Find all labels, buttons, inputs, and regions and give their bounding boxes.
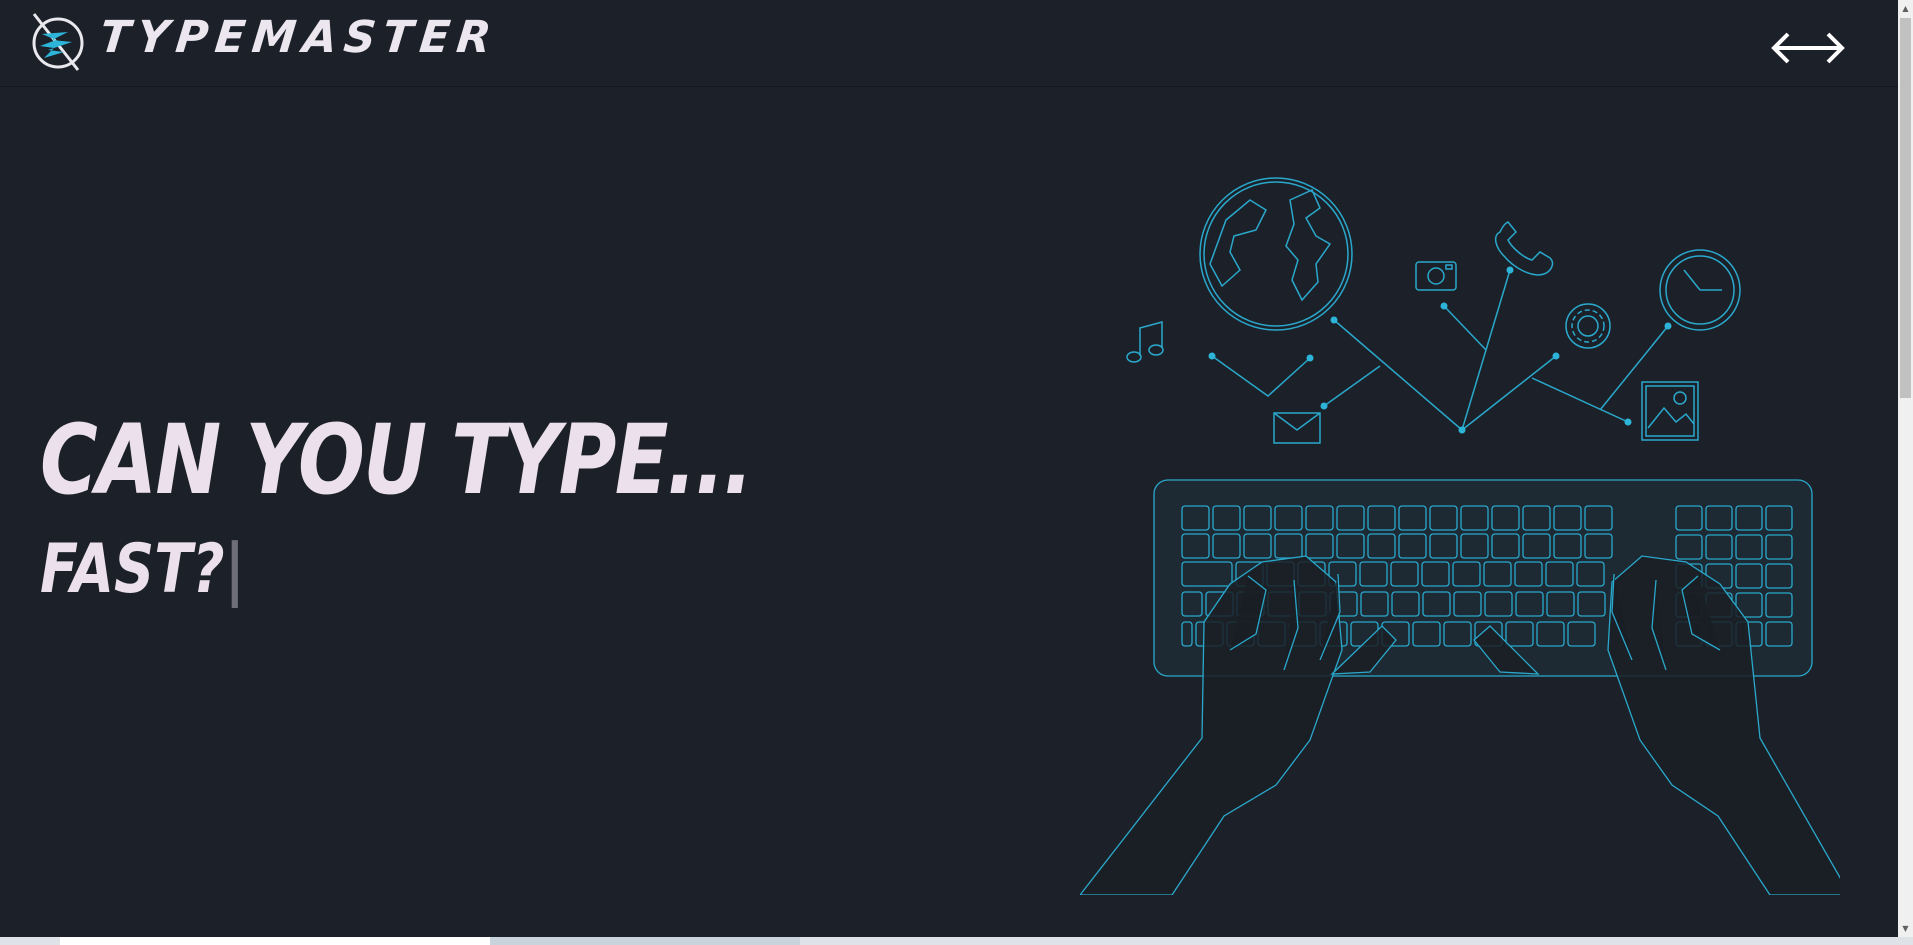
clock-icon (1659, 249, 1741, 331)
mail-icon (1273, 412, 1321, 444)
strip-segment (490, 937, 800, 945)
hero-subheadline: FAST?| (40, 530, 245, 610)
music-note-icon (1126, 321, 1164, 363)
bottom-edge-strip (0, 937, 1913, 945)
globe-icon (1199, 177, 1353, 331)
gear-icon (1565, 303, 1611, 349)
scroll-up-arrow-icon[interactable]: ▲ (1898, 0, 1913, 17)
keyboard-hands-network-illustration (1080, 177, 1840, 895)
scroll-down-arrow-icon[interactable]: ▼ (1898, 920, 1913, 937)
lightning-ring-icon[interactable] (28, 10, 86, 72)
double-arrow-icon[interactable] (1768, 28, 1848, 68)
phone-icon (1494, 221, 1554, 276)
image-icon (1641, 381, 1699, 441)
scroll-thumb[interactable] (1900, 18, 1911, 398)
vertical-scrollbar[interactable]: ▲ ▼ (1898, 0, 1913, 937)
page: TYPEMASTER CAN YOU TYPE... FAST?| ▲ ▼ (0, 0, 1913, 945)
typing-cursor: | (224, 530, 245, 609)
strip-segment (60, 937, 490, 945)
camera-icon (1415, 261, 1457, 291)
hero-headline: CAN YOU TYPE... (40, 404, 753, 516)
hero-subheadline-text: FAST? (40, 530, 225, 609)
navbar: TYPEMASTER (0, 0, 1898, 87)
brand-name[interactable]: TYPEMASTER (97, 12, 500, 63)
